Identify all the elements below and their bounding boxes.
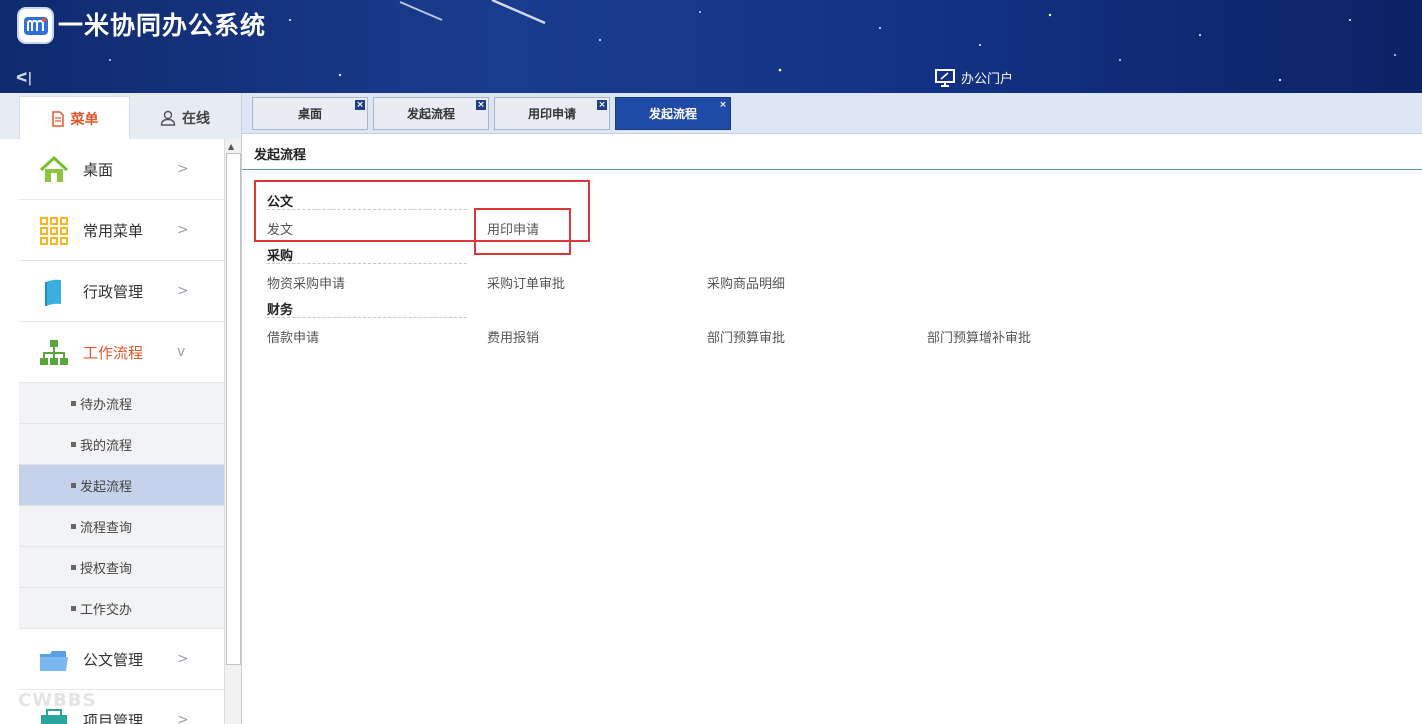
bullet-icon: [71, 524, 76, 529]
chevron-down-icon: v: [177, 344, 186, 360]
home-icon: [39, 156, 69, 182]
sidebar-menu: 桌面 > 常用菜单 > 行政管理 > 工作流程 v 待办流程 我的流程 发起流程…: [19, 139, 224, 724]
app-header: 一米协同办公系统 ᐸ| 办公门户: [0, 0, 1422, 93]
panel-divider: [241, 93, 242, 724]
tab-label: 桌面: [297, 107, 322, 121]
watermark: CWBBS: [18, 690, 97, 711]
sidebar-item-workflow[interactable]: 工作流程 v: [19, 322, 224, 383]
tab-desktop[interactable]: 桌面 ×: [252, 97, 368, 130]
sidebar-item-label: 桌面: [83, 160, 114, 179]
app-title: 一米协同办公系统: [58, 11, 267, 40]
chevron-right-icon: >: [177, 222, 189, 238]
document-icon: [51, 110, 64, 127]
tab-start-flow-active[interactable]: 发起流程 ×: [615, 97, 731, 130]
app-logo: [19, 9, 52, 42]
sidebar-subitem-label: 授权查询: [80, 561, 133, 577]
sidebar-item-label: 公文管理: [83, 650, 144, 669]
sidebar-subitem-auth-query[interactable]: 授权查询: [19, 547, 224, 588]
flow-link[interactable]: 费用报销: [487, 327, 539, 346]
sidebar-item-label: 工作流程: [83, 343, 144, 362]
bullet-icon: [71, 565, 76, 570]
logo-icon: [23, 16, 48, 35]
sidebar-subitem-label: 我的流程: [80, 438, 133, 454]
tab-label: 发起流程: [648, 107, 697, 121]
monitor-icon: [935, 68, 955, 87]
chevron-right-icon: >: [177, 712, 189, 724]
sidebar-item-common-menu[interactable]: 常用菜单 >: [19, 200, 224, 261]
close-icon[interactable]: ×: [718, 100, 728, 110]
sidebar-subitem-work-assign[interactable]: 工作交办: [19, 588, 224, 629]
folder-icon: [40, 651, 68, 671]
tab-label: 用印申请: [527, 107, 576, 121]
sidebar-item-label: 常用菜单: [83, 221, 144, 240]
chevron-right-icon: >: [177, 283, 189, 299]
chevron-right-icon: >: [177, 651, 189, 667]
sidebar-item-label: 行政管理: [83, 282, 144, 301]
tab-online[interactable]: 在线: [130, 96, 240, 139]
sidebar-subitem-my-flows[interactable]: 我的流程: [19, 424, 224, 465]
bullet-icon: [71, 442, 76, 447]
tab-menu-label: 菜单: [70, 111, 99, 128]
flow-link[interactable]: 采购订单审批: [487, 273, 565, 292]
page-tab-bar: 桌面 × 发起流程 × 用印申请 × 发起流程 ×: [242, 93, 1422, 134]
org-chart-icon: [40, 340, 68, 365]
category-heading: 采购: [267, 249, 294, 264]
user-icon: [160, 110, 176, 126]
close-icon[interactable]: ×: [597, 100, 607, 110]
office-portal-label: 办公门户: [961, 72, 1014, 87]
collapse-sidebar-button[interactable]: ᐸ|: [16, 71, 32, 86]
sidebar-subitem-flow-query[interactable]: 流程查询: [19, 506, 224, 547]
sidebar-subitem-label: 发起流程: [80, 479, 133, 495]
bullet-icon: [71, 401, 76, 406]
page-title-bar: 发起流程: [242, 134, 1422, 170]
sidebar-subitem-label: 流程查询: [80, 520, 133, 536]
sidebar-subitem-start-flow[interactable]: 发起流程: [19, 465, 224, 506]
sidebar-subitem-label: 工作交办: [80, 602, 133, 618]
scrollbar-thumb[interactable]: [226, 153, 241, 665]
tab-seal-request[interactable]: 用印申请 ×: [494, 97, 610, 130]
scroll-up-icon[interactable]: ▲: [228, 142, 234, 151]
sidebar-item-documents[interactable]: 公文管理 >: [19, 629, 224, 690]
flow-link[interactable]: 借款申请: [267, 327, 319, 346]
grid-icon: [40, 217, 68, 245]
sidebar-item-desktop[interactable]: 桌面 >: [19, 139, 224, 200]
sidebar-item-admin[interactable]: 行政管理 >: [19, 261, 224, 322]
category-divider: [267, 317, 467, 318]
tab-start-flow[interactable]: 发起流程 ×: [373, 97, 489, 130]
left-panel-tabs: 菜单 在线: [0, 93, 242, 140]
tab-menu[interactable]: 菜单: [19, 96, 130, 140]
close-icon[interactable]: ×: [476, 100, 486, 110]
flow-link[interactable]: 部门预算审批: [707, 327, 785, 346]
category-heading: 财务: [267, 303, 294, 318]
flow-link[interactable]: 部门预算增补审批: [927, 327, 1031, 346]
book-icon: [45, 279, 61, 306]
flow-link[interactable]: 采购商品明细: [707, 273, 785, 292]
sidebar-item-label: 项目管理: [83, 711, 144, 724]
close-icon[interactable]: ×: [355, 100, 365, 110]
flow-link[interactable]: 物资采购申请: [267, 273, 345, 292]
bullet-icon: [71, 606, 76, 611]
annotation-box: [474, 208, 571, 255]
page-title: 发起流程: [254, 148, 307, 163]
office-portal-link[interactable]: 办公门户: [935, 68, 1013, 87]
sidebar-subitem-label: 待办流程: [80, 397, 133, 413]
chevron-right-icon: >: [177, 161, 189, 177]
tab-label: 发起流程: [406, 107, 455, 121]
sidebar-subitem-pending[interactable]: 待办流程: [19, 383, 224, 424]
sidebar-scrollbar[interactable]: ▲: [224, 139, 242, 724]
bullet-icon: [71, 483, 76, 488]
tab-online-label: 在线: [182, 110, 210, 127]
category-divider: [267, 263, 467, 264]
